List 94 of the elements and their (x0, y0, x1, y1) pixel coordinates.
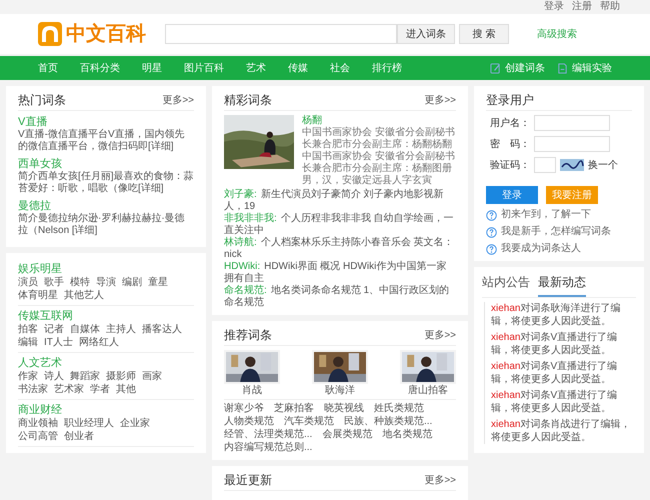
entry-summary: 简介西单女孩[任月丽]最喜欢的食物：蒜苔爱好：听歌，唱歌（像吃[详细] (18, 171, 194, 195)
refresh-link[interactable]: 换一个 (588, 158, 618, 172)
category-tag[interactable]: 公司高管 (18, 430, 58, 443)
card-title: 热门词条 (18, 92, 66, 108)
entry-summary: V直播-微信直播平台V直播，国内领先的微信直播平台，微信扫码即[详细] (18, 129, 186, 153)
category-tag[interactable]: 歌手 (44, 276, 64, 289)
entry-link[interactable]: 人物类规范 (224, 415, 274, 428)
category-tag[interactable]: IT人士 (44, 336, 73, 349)
entry-link[interactable]: 经管、法理类规范... (224, 428, 312, 441)
category-tag[interactable]: 体育明星 (18, 289, 58, 302)
category-tag[interactable]: 作家 (18, 370, 38, 383)
category-tag[interactable]: 学者 (90, 383, 110, 396)
more-link[interactable]: 更多>> (162, 92, 194, 108)
news-entry: xiehan对词条耿海洋进行了编辑，将使更多人因此受益。 (491, 302, 622, 328)
category-tag[interactable]: 网络红人 (78, 336, 119, 349)
entry-line: 刘子豪: 新生代演员刘子豪简介 刘子豪内地影视新人，19 (224, 189, 445, 212)
category-tag[interactable]: 企业家 (120, 417, 150, 430)
field-label: 验证码： (489, 158, 530, 172)
help-link[interactable]: 我要成为词条达人 (486, 243, 632, 255)
category-tag[interactable]: 艺术家 (54, 383, 84, 396)
category-tag[interactable]: 播客达人 (142, 323, 182, 336)
logo-icon (38, 22, 62, 46)
person-name[interactable]: 耿海洋 (325, 384, 355, 397)
card-title: 登录用户 (486, 92, 534, 108)
help-icon (486, 226, 497, 238)
document-icon (557, 62, 568, 74)
help-icon (486, 210, 497, 220)
entry-link[interactable]: 姓氏类规范 (374, 402, 424, 415)
category-tag[interactable]: 编辑 (18, 336, 38, 349)
news-entry: xiehan对词条V直播进行了编辑，将使更多人因此受益。 (491, 360, 618, 386)
category-tag[interactable]: 模特 (70, 276, 90, 289)
entry-link[interactable]: 会展类规范 (322, 428, 372, 441)
entry-link[interactable]: 汽车类规范 (284, 415, 334, 428)
captcha-field[interactable] (534, 157, 556, 173)
entry-link[interactable]: 内容编写规范总则... (224, 441, 312, 454)
entry-summary: 简介曼德拉纳尔逊·罗利赫拉赫拉·曼德拉（Nelson [详细] (18, 213, 186, 237)
help-icon (486, 244, 497, 254)
category-tag[interactable]: 记者 (44, 323, 64, 336)
entry-link[interactable]: 民族、种族类规范... (344, 415, 432, 428)
category-tag[interactable]: 拍客 (18, 323, 38, 336)
top-link[interactable]: 帮助 (600, 2, 620, 12)
category-tag[interactable]: 其他 (116, 383, 136, 396)
entry-line: HDWiki: HDWiki界面 概况 HDWiki作为中国第一家拥有自主 (224, 261, 448, 284)
logo-text: 中文百科 (66, 22, 146, 47)
category-tag[interactable]: 书法家 (18, 383, 48, 396)
category-tag[interactable]: 舞蹈家 (70, 370, 100, 383)
more-link[interactable]: 更多>> (424, 92, 456, 108)
field-label: 密 码： (489, 138, 530, 152)
entry-line: 非我非非我: 个人历程非我非非我 自幼自学绘画，一直关注中 (224, 213, 455, 236)
category-tag[interactable]: 自媒体 (70, 323, 100, 336)
input-field[interactable] (534, 115, 610, 131)
category-tag[interactable]: 导演 (96, 276, 116, 289)
entry-line: 林诗航: 个人档案林乐乐主持陈小春音乐会 英文名：nick (224, 237, 455, 260)
category-tag[interactable]: 职业经理人 (64, 417, 114, 430)
category-tag[interactable]: 商业领袖 (18, 417, 58, 430)
entry-link[interactable]: 谢寒少爷 (224, 402, 264, 415)
field-label: 用户名： (489, 116, 530, 130)
category-tag[interactable]: 摄影师 (106, 370, 136, 383)
news-tab[interactable]: 最新动态 (538, 273, 586, 297)
pencil-icon (490, 62, 501, 74)
card-title: 精彩词条 (224, 92, 272, 108)
captcha-image (560, 159, 584, 171)
person-name[interactable]: 唐山拍客 (408, 384, 448, 397)
card-title: 推荐词条 (224, 327, 272, 343)
more-link[interactable]: 更多>> (424, 472, 456, 488)
help-link[interactable]: 我是新手，怎样编写词条 (486, 226, 632, 238)
category-tag[interactable]: 童星 (148, 276, 168, 289)
category-tag[interactable]: 演员 (18, 276, 38, 289)
news-tab[interactable]: 站内公告 (482, 273, 530, 297)
entry-line: 命名规范: 地名类词条命名规范 1、中国行政区划的命名规范 (224, 285, 450, 309)
featured-summary: 中国书画家协会 安徽省分会副秘书长兼合肥市分会副主席：杨翻杨翻中国书画家协会 安徽省分会副秘书长兼合肥市分会副主席：杨翻图册男，汉，安徽定远县人字玄寅 (302, 127, 456, 187)
news-entry: xiehan对词条V直播进行了编辑，将使更多人因此受益。 (491, 389, 618, 415)
entry-link[interactable]: 芝麻拍客 (274, 402, 314, 415)
category-tag[interactable]: 编剧 (122, 276, 142, 289)
category-tag[interactable]: 诗人 (44, 370, 64, 383)
login-button[interactable]: 登录 (486, 186, 538, 204)
entry-link[interactable]: 地名类规范 (382, 428, 432, 441)
enter-entry-button[interactable]: 进入词条 (397, 24, 455, 44)
top-link[interactable]: 注册 (572, 2, 592, 12)
category-tag[interactable]: 主持人 (106, 323, 136, 336)
search-button[interactable]: 搜 索 (459, 24, 509, 44)
input-field[interactable] (534, 136, 610, 152)
top-link[interactable]: 登录 (544, 2, 564, 12)
more-link[interactable]: 更多>> (424, 328, 456, 342)
search-field[interactable] (165, 24, 397, 44)
person-name[interactable]: 肖战 (242, 384, 262, 397)
category-tag[interactable]: 其他艺人 (64, 289, 104, 302)
category-tag[interactable]: 画家 (142, 370, 162, 383)
help-link[interactable]: 初来乍到，了解一下 (486, 209, 632, 221)
entry-link[interactable]: 晓英视线 (324, 402, 364, 415)
card-title: 最近更新 (224, 472, 272, 488)
news-entry: xiehan对词条V直播进行了编辑，将使更多人因此受益。 (491, 331, 618, 357)
news-entry: xiehan对词条肖战进行了编辑，将使更多人因此受益。 (491, 418, 632, 444)
category-tag[interactable]: 创业者 (64, 430, 94, 443)
